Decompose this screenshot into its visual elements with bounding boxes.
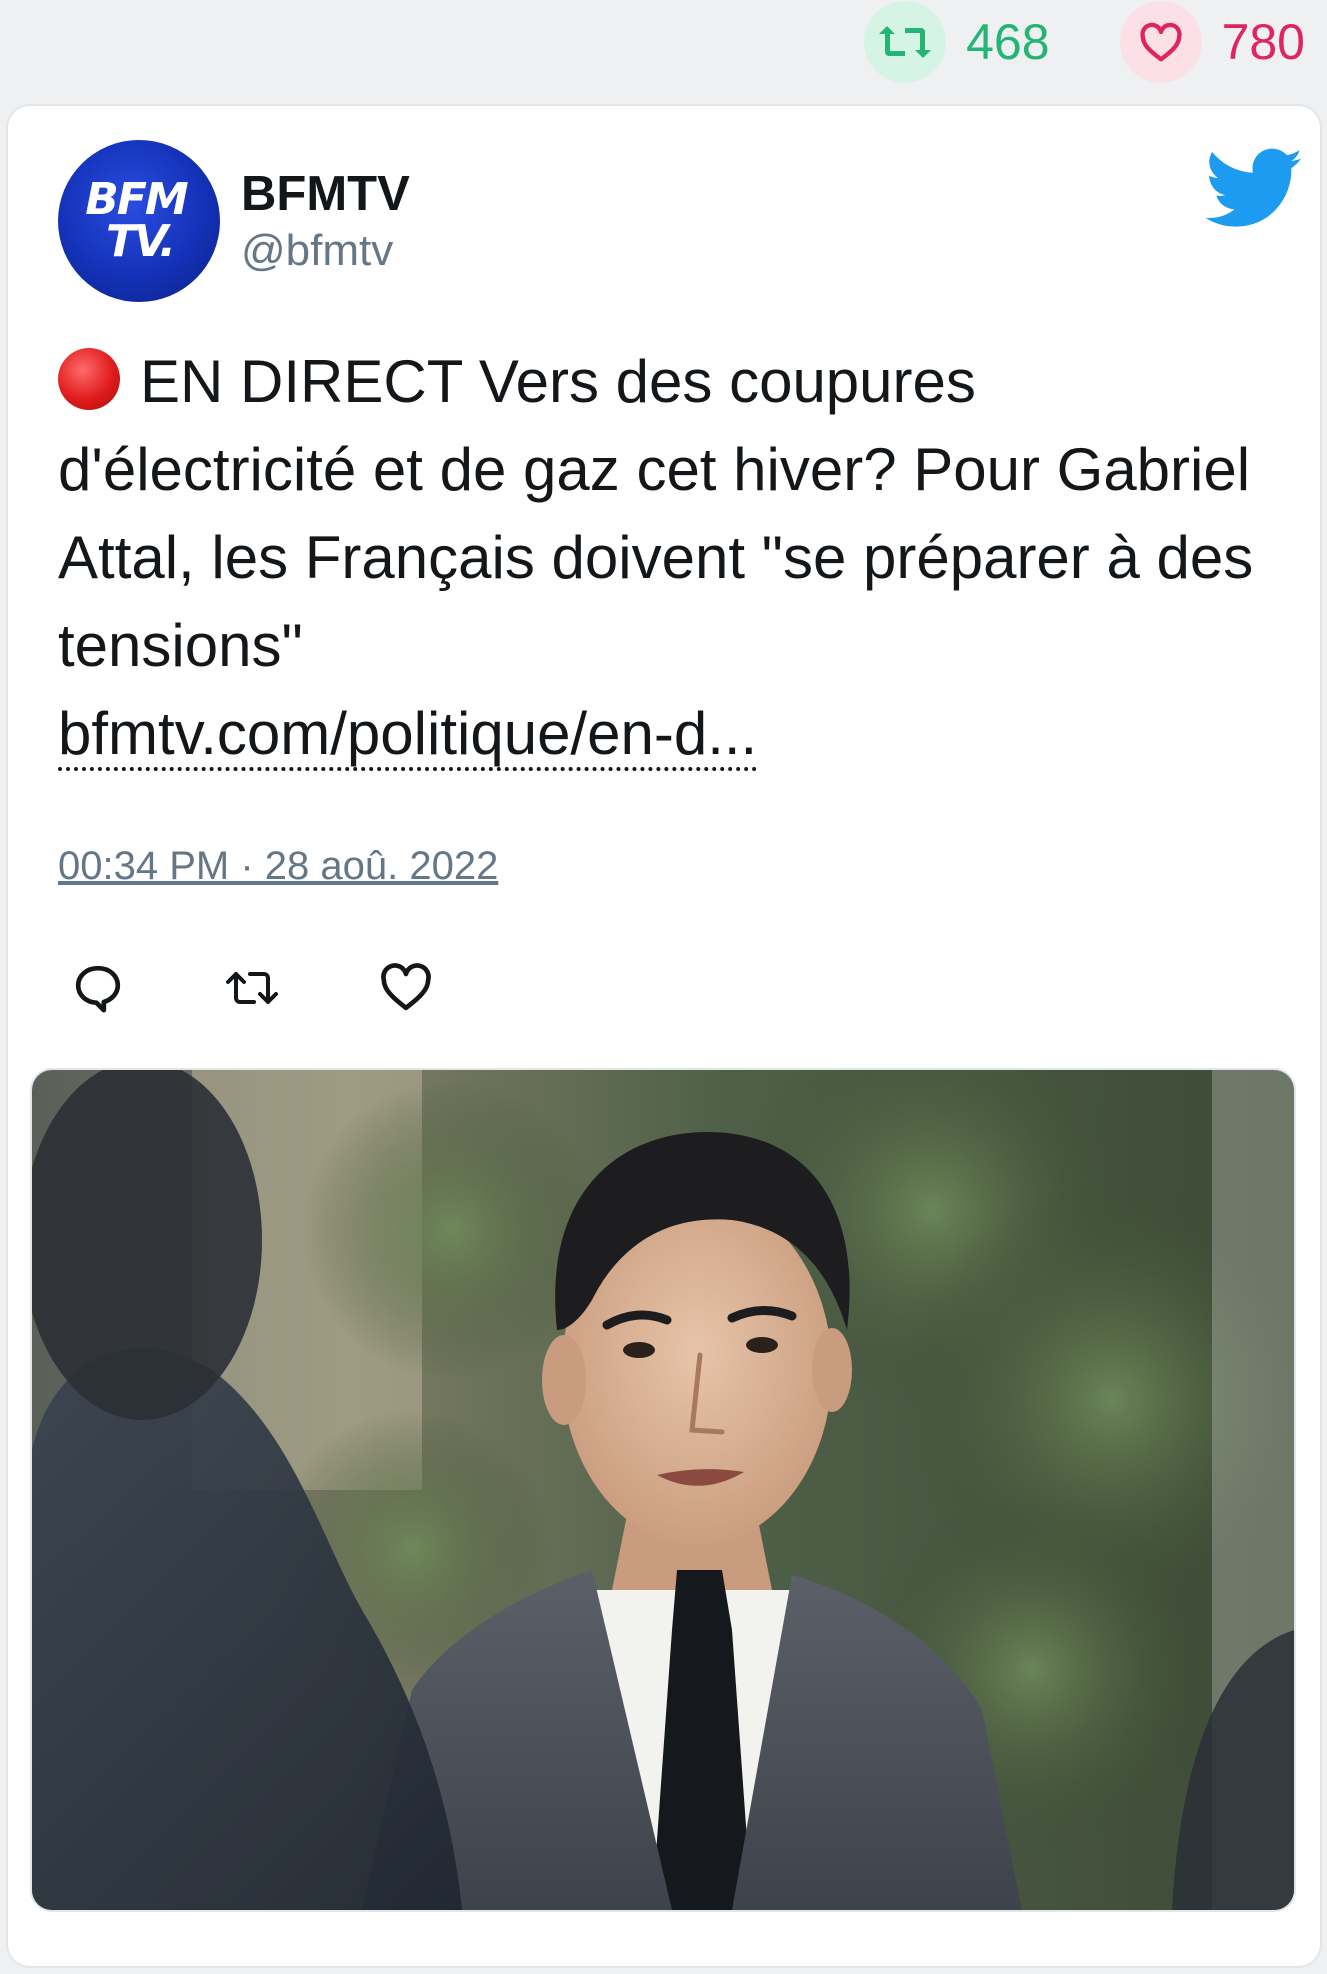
like-icon[interactable] — [378, 960, 434, 1016]
retweet-count: 468 — [966, 14, 1050, 70]
avatar-logo-line1: BFM — [85, 174, 188, 226]
tweet-body: EN DIRECT Vers des coupures d'électricit… — [58, 338, 1258, 778]
like-stat[interactable]: 780 — [1119, 0, 1305, 84]
author-name[interactable]: BFMTV — [241, 166, 410, 222]
photo-illustration — [32, 1070, 1294, 1910]
tweet-link[interactable]: bfmtv.com/politique/en-d... — [58, 700, 758, 771]
tweet-card: BFM TV. BFMTV @bfmtv EN DIRECT Vers des … — [6, 104, 1322, 1968]
heart-icon — [1119, 1, 1202, 83]
reply-icon[interactable] — [70, 960, 126, 1016]
retweet-icon — [864, 1, 947, 83]
like-count: 780 — [1221, 14, 1305, 70]
author-handle[interactable]: @bfmtv — [241, 226, 393, 276]
tweet-photo[interactable] — [30, 1068, 1296, 1912]
avatar-logo-line2: TV. — [106, 216, 176, 267]
red-circle-icon — [58, 348, 120, 410]
retweet-action-icon[interactable] — [224, 960, 280, 1016]
tweet-timestamp[interactable]: 00:34 PM · 28 aoû. 2022 — [58, 844, 498, 889]
tweet-actions — [70, 960, 434, 1016]
avatar[interactable]: BFM TV. — [58, 140, 220, 302]
retweet-stat[interactable]: 468 — [864, 0, 1119, 84]
twitter-bird-icon[interactable] — [1206, 148, 1304, 230]
tweet-text: EN DIRECT Vers des coupures d'électricit… — [58, 348, 1254, 679]
engagement-stats: 468 780 — [864, 0, 1305, 84]
